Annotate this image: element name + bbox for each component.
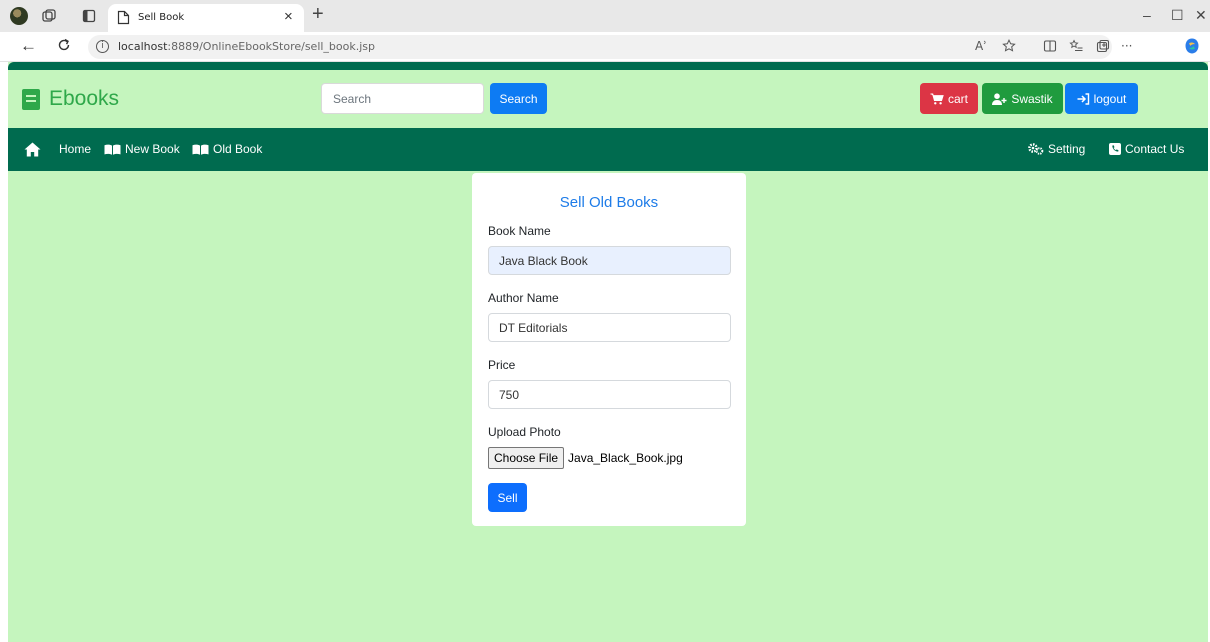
brand-name: Ebooks [49,87,120,110]
brand-logo[interactable]: Ebooks [22,86,119,112]
nav-old-book-label: Old Book [213,142,263,156]
nav-setting[interactable]: Setting [1028,142,1085,156]
new-tab-icon[interactable]: + [312,3,324,25]
logout-icon [1077,92,1089,105]
form-title: Sell Old Books [559,194,659,211]
book-name-label: Book Name [488,224,551,238]
file-upload: Choose File Java_Black_Book.jpg [488,447,683,469]
author-name-label: Author Name [488,291,559,305]
user-plus-icon [992,92,1007,105]
url-host: localhost [118,40,168,53]
close-window-icon[interactable]: ✕ [1195,6,1207,24]
sell-book-card: Sell Old Books Book Name Author Name Pri… [472,173,746,526]
nav-home-label: Home [59,142,92,156]
favorite-star-icon[interactable] [1002,39,1016,53]
author-name-field[interactable] [488,313,731,342]
copilot-icon[interactable] [1183,37,1201,55]
site-info-icon[interactable]: i [96,40,109,53]
page-icon [117,10,130,25]
page-body: Ebooks Search cart Swastik logout Home [8,62,1208,642]
logout-label: logout [1093,91,1127,106]
tab-actions-icon[interactable] [81,8,97,24]
selected-file-name: Java_Black_Book.jpg [568,451,683,465]
cart-button[interactable]: cart [920,83,978,114]
open-book-icon [104,144,121,155]
nav-new-book-label: New Book [125,142,180,156]
nav-contact-label: Contact Us [1125,142,1185,156]
phone-square-icon [1109,143,1121,155]
profile-avatar-icon[interactable] [10,7,28,25]
read-aloud-icon[interactable]: Aʾ [975,39,987,53]
user-account-button[interactable]: Swastik [982,83,1063,114]
url-field[interactable]: i localhost:8889/OnlineEbookStore/sell_b… [88,35,1112,59]
minimize-icon[interactable]: – [1143,6,1151,24]
sell-button[interactable]: Sell [488,483,527,512]
workspaces-icon[interactable] [41,8,57,24]
split-screen-icon[interactable] [1043,39,1057,53]
user-name-label: Swastik [1011,91,1053,106]
cart-icon [930,92,944,104]
browser-tab-strip: Sell Book × + – ☐ ✕ [0,0,1210,32]
main-navbar: Home New Book Old Book Setting Contact U… [8,128,1208,171]
logout-button[interactable]: logout [1065,83,1138,114]
header-top-strip [8,62,1208,70]
gears-icon [1028,143,1044,155]
nav-home[interactable]: Home [59,142,91,156]
home-icon[interactable] [24,142,41,157]
choose-file-button[interactable]: Choose File [488,447,565,469]
reload-icon[interactable] [57,37,71,53]
price-label: Price [488,358,516,372]
browser-tab-sell-book[interactable]: Sell Book × [108,4,304,32]
url-path: :8889/OnlineEbookStore/sell_book.jsp [167,40,376,53]
nav-new-book[interactable]: New Book [104,142,180,156]
collections-icon[interactable] [1096,39,1110,53]
more-options-icon[interactable]: ··· [1121,39,1132,53]
url-text: localhost:8889/OnlineEbookStore/sell_boo… [118,40,375,53]
favorites-icon[interactable] [1069,39,1084,53]
book-name-field[interactable] [488,246,731,275]
address-bar-row: ← i localhost:8889/OnlineEbookStore/sell… [0,32,1210,62]
search-input[interactable] [321,83,484,114]
tab-close-icon[interactable]: × [284,8,293,26]
cart-label: cart [947,91,968,106]
tab-title: Sell Book [138,12,185,23]
nav-contact-us[interactable]: Contact Us [1109,142,1184,156]
back-arrow-icon[interactable]: ← [20,37,37,55]
maximize-icon[interactable]: ☐ [1171,6,1184,24]
book-icon [22,88,40,110]
nav-old-book[interactable]: Old Book [192,142,262,156]
open-book-icon [192,144,209,155]
price-field[interactable] [488,380,731,409]
nav-setting-label: Setting [1048,142,1086,156]
upload-photo-label: Upload Photo [488,425,561,439]
search-button[interactable]: Search [490,83,547,114]
